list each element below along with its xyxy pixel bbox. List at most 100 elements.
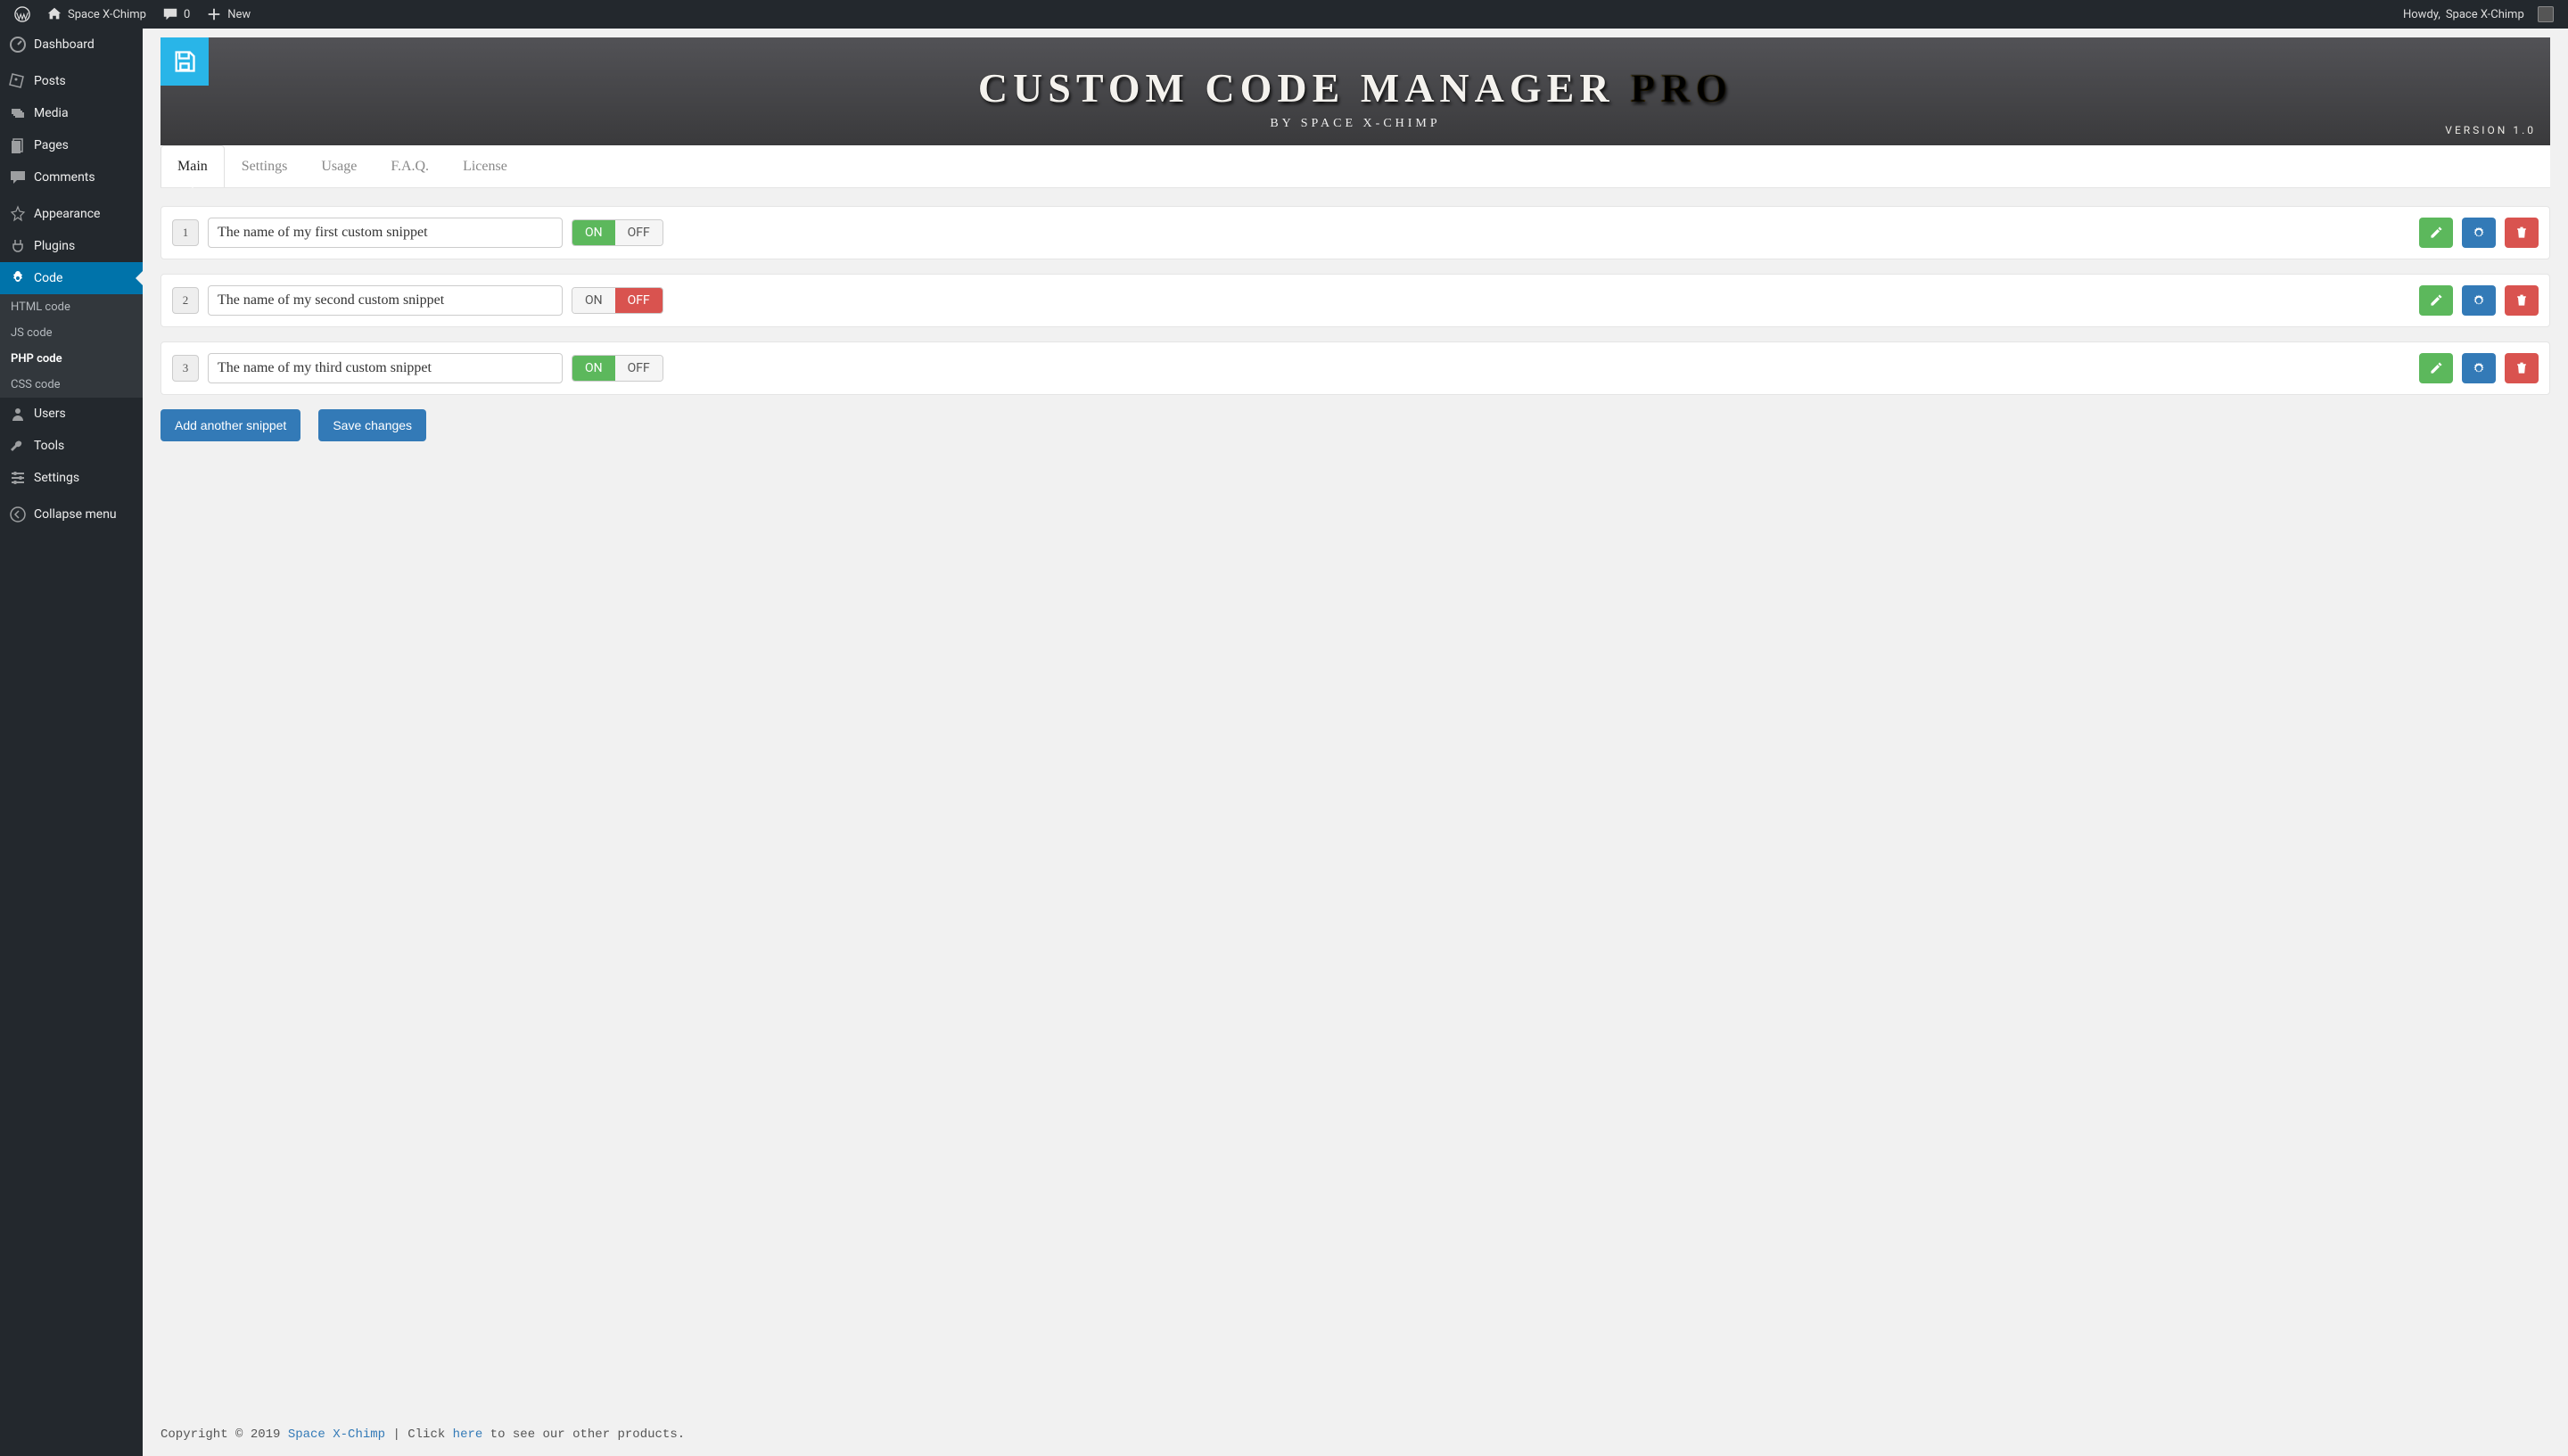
tabs: Main Settings Usage F.A.Q. License — [160, 145, 2550, 188]
sidebar-item-appearance[interactable]: Appearance — [0, 198, 143, 230]
save-changes-button[interactable]: Save changes — [318, 409, 426, 441]
configure-snippet-button[interactable] — [2462, 353, 2496, 383]
sidebar-item-users[interactable]: Users — [0, 398, 143, 430]
tab-main[interactable]: Main — [160, 145, 225, 187]
sidebar-item-code[interactable]: Code — [0, 262, 143, 294]
tab-usage[interactable]: Usage — [304, 145, 374, 187]
trash-icon — [2514, 293, 2529, 308]
site-home-link[interactable]: Space X-Chimp — [39, 0, 153, 29]
wp-logo[interactable] — [7, 0, 37, 29]
sidebar-item-label: Dashboard — [34, 37, 95, 52]
sidebar-item-label: Posts — [34, 74, 66, 88]
site-name: Space X-Chimp — [68, 8, 146, 21]
footer-here-link[interactable]: here — [453, 1427, 483, 1442]
sidebar-item-label: Comments — [34, 170, 95, 185]
sidebar-item-label: Users — [34, 407, 66, 421]
configure-snippet-button[interactable] — [2462, 218, 2496, 248]
edit-snippet-button[interactable] — [2419, 218, 2453, 248]
submenu-html-code[interactable]: HTML code — [0, 294, 143, 320]
snippet-toggle[interactable]: ONOFF — [572, 287, 663, 314]
toggle-on[interactable]: ON — [572, 288, 615, 313]
sidebar-item-media[interactable]: Media — [0, 97, 143, 129]
content: 1ONOFF2ONOFF3ONOFF Add another snippet S… — [143, 188, 2568, 1417]
admin-sidebar: Dashboard Posts Media Pages Comments App… — [0, 29, 143, 1456]
page-subtitle: BY SPACE X-CHIMP — [1270, 117, 1440, 131]
trash-icon — [2514, 226, 2529, 240]
snippet-row: 2 ONOFF — [160, 274, 2550, 327]
tab-license[interactable]: License — [446, 145, 524, 187]
pencil-icon — [2429, 361, 2443, 375]
new-content-link[interactable]: New — [199, 0, 258, 29]
footer: Copyright © 2019 Space X-Chimp | Click h… — [143, 1417, 2568, 1456]
account-link[interactable]: Howdy, Space X-Chimp — [2396, 0, 2561, 29]
admin-bar: Space X-Chimp 0 New Howdy, Space X-Chimp — [0, 0, 2568, 29]
edit-snippet-button[interactable] — [2419, 285, 2453, 316]
toggle-on[interactable]: ON — [572, 356, 615, 381]
snippet-row: 1 ONOFF — [160, 206, 2550, 259]
pencil-icon — [2429, 226, 2443, 240]
delete-snippet-button[interactable] — [2505, 218, 2539, 248]
save-icon — [172, 49, 197, 74]
tab-faq[interactable]: F.A.Q. — [374, 145, 446, 187]
toggle-off[interactable]: OFF — [615, 356, 663, 381]
sidebar-item-tools[interactable]: Tools — [0, 430, 143, 462]
gear-icon — [2472, 361, 2486, 375]
sidebar-item-label: Pages — [34, 138, 69, 152]
delete-snippet-button[interactable] — [2505, 353, 2539, 383]
delete-snippet-button[interactable] — [2505, 285, 2539, 316]
sidebar-collapse[interactable]: Collapse menu — [0, 498, 143, 531]
submenu-php-code[interactable]: PHP code — [0, 346, 143, 372]
sidebar-item-pages[interactable]: Pages — [0, 129, 143, 161]
hero-banner: CUSTOM CODE MANAGER PRO BY SPACE X-CHIMP… — [160, 37, 2550, 145]
add-snippet-button[interactable]: Add another snippet — [160, 409, 300, 441]
footer-brand-link[interactable]: Space X-Chimp — [288, 1427, 385, 1442]
trash-icon — [2514, 361, 2529, 375]
sidebar-item-label: Plugins — [34, 239, 75, 253]
sidebar-item-comments[interactable]: Comments — [0, 161, 143, 193]
snippet-name-input[interactable] — [208, 285, 563, 316]
new-label: New — [227, 8, 251, 21]
sidebar-item-label: Collapse menu — [34, 507, 117, 522]
sidebar-item-label: Appearance — [34, 207, 100, 221]
snippet-number: 2 — [172, 287, 199, 314]
comments-link[interactable]: 0 — [155, 0, 197, 29]
snippet-name-input[interactable] — [208, 353, 563, 383]
snippet-number: 1 — [172, 219, 199, 246]
toggle-off[interactable]: OFF — [615, 288, 663, 313]
toggle-on[interactable]: ON — [572, 220, 615, 245]
sidebar-item-label: Tools — [34, 439, 64, 453]
configure-snippet-button[interactable] — [2462, 285, 2496, 316]
toggle-off[interactable]: OFF — [615, 220, 663, 245]
code-submenu: HTML code JS code PHP code CSS code — [0, 294, 143, 398]
sidebar-item-label: Media — [34, 106, 69, 120]
submenu-js-code[interactable]: JS code — [0, 320, 143, 346]
pro-badge: PRO — [1630, 65, 1733, 111]
sidebar-item-plugins[interactable]: Plugins — [0, 230, 143, 262]
submenu-css-code[interactable]: CSS code — [0, 372, 143, 398]
edit-snippet-button[interactable] — [2419, 353, 2453, 383]
gear-icon — [2472, 226, 2486, 240]
avatar — [2538, 6, 2554, 22]
snippet-actions — [2419, 353, 2539, 383]
snippet-toggle[interactable]: ONOFF — [572, 355, 663, 382]
snippet-row: 3 ONOFF — [160, 341, 2550, 395]
sidebar-item-settings[interactable]: Settings — [0, 462, 143, 494]
snippet-number: 3 — [172, 355, 199, 382]
snippet-actions — [2419, 218, 2539, 248]
snippet-name-input[interactable] — [208, 218, 563, 248]
gear-icon — [2472, 293, 2486, 308]
howdy-prefix: Howdy, — [2403, 8, 2440, 21]
tab-settings[interactable]: Settings — [225, 145, 305, 187]
snippet-actions — [2419, 285, 2539, 316]
sidebar-item-dashboard[interactable]: Dashboard — [0, 29, 143, 61]
howdy-user: Space X-Chimp — [2446, 8, 2524, 21]
sidebar-item-label: Code — [34, 271, 62, 285]
version-label: VERSION 1.0 — [2445, 124, 2536, 136]
comment-count: 0 — [184, 8, 190, 21]
sidebar-item-label: Settings — [34, 471, 79, 485]
pencil-icon — [2429, 293, 2443, 308]
sidebar-item-posts[interactable]: Posts — [0, 65, 143, 97]
snippet-toggle[interactable]: ONOFF — [572, 219, 663, 246]
quick-save-button[interactable] — [160, 37, 209, 86]
page-title: CUSTOM CODE MANAGER PRO — [978, 64, 1733, 111]
